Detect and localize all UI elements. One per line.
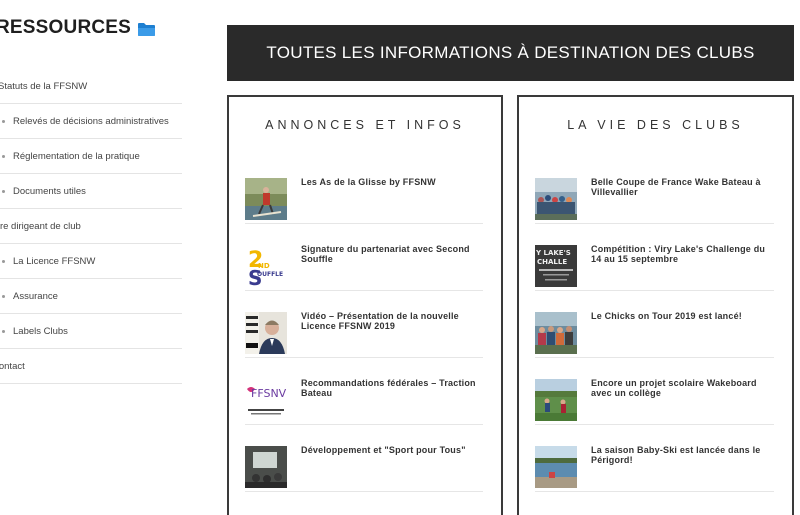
menu-item-label: Documents utiles [13,185,86,197]
menu-item-releves[interactable]: Relevés de décisions administratives [0,104,182,139]
post-title[interactable]: Signature du partenariat avec Second Sou… [301,244,483,264]
svg-text:OUFFLE: OUFFLE [257,271,283,278]
bullet-icon [2,329,5,333]
menu-item-contact[interactable]: Contact [0,349,182,384]
folder-icon [137,21,156,36]
menu-item-reglementation[interactable]: Réglementation de la pratique [0,139,182,174]
column-vie-des-clubs: LA VIE DES CLUBS Belle Coupe de France W… [517,95,794,515]
svg-text:ND: ND [258,262,270,270]
post-thumbnail[interactable]: FFSNV [245,379,287,421]
post-title[interactable]: Compétition : Viry Lake's Challenge du 1… [591,244,774,264]
menu-item-label: Relevés de décisions administratives [13,115,169,127]
menu-item-label: Assurance [13,290,58,302]
sidebar: RESSOURCES Statuts de la FFSNW Relevés d… [0,0,182,510]
post-title[interactable]: Les As de la Glisse by FFSNW [301,177,483,187]
section-banner: TOUTES LES INFORMATIONS À DESTINATION DE… [227,25,794,81]
bullet-icon [2,189,5,193]
menu-item-label: Contact [0,360,25,372]
post-list: Belle Coupe de France Wake Bateau à Vill… [535,157,774,492]
column-heading: ANNONCES ET INFOS [265,118,465,132]
post-item[interactable]: Développement et "Sport pour Tous" [245,425,483,492]
post-item[interactable]: Les As de la Glisse by FFSNW [245,157,483,224]
post-list: Les As de la Glisse by FFSNW 2 S ND OUFF… [245,157,483,492]
post-title[interactable]: Le Chicks on Tour 2019 est lancé! [591,311,774,321]
svg-text:FFSNV: FFSNV [251,387,287,400]
bullet-icon [2,119,5,123]
menu-item-statuts[interactable]: Statuts de la FFSNW [0,69,182,104]
sidebar-menu: Statuts de la FFSNW Relevés de décisions… [0,69,182,384]
sidebar-title: RESSOURCES [0,17,156,39]
post-thumbnail[interactable] [245,178,287,220]
menu-item-label: Statuts de la FFSNW [0,80,88,92]
post-thumbnail[interactable] [535,379,577,421]
menu-item-assurance[interactable]: Assurance [0,279,182,314]
post-title[interactable]: Vidéo – Présentation de la nouvelle Lice… [301,311,483,331]
post-item[interactable]: Vidéo – Présentation de la nouvelle Lice… [245,291,483,358]
menu-item-label: La Licence FFSNW [13,255,96,267]
sidebar-title-text: RESSOURCES [0,17,132,38]
menu-item-label: Réglementation de la pratique [13,150,140,162]
post-item[interactable]: Le Chicks on Tour 2019 est lancé! [535,291,774,358]
post-title[interactable]: Développement et "Sport pour Tous" [301,445,483,455]
menu-item-documents[interactable]: Documents utiles [0,174,182,209]
column-annonces: ANNONCES ET INFOS Les As de la Glisse by… [227,95,503,515]
post-title[interactable]: Belle Coupe de France Wake Bateau à Vill… [591,177,774,197]
post-title[interactable]: La saison Baby-Ski est lancée dans le Pé… [591,445,774,465]
post-thumbnail[interactable]: Y LAKE'S CHALLE [535,245,577,287]
post-item[interactable]: FFSNV Recommandations fédérales – Tracti… [245,358,483,425]
post-item[interactable]: Belle Coupe de France Wake Bateau à Vill… [535,157,774,224]
post-item[interactable]: La saison Baby-Ski est lancée dans le Pé… [535,425,774,492]
post-thumbnail[interactable] [245,312,287,354]
post-title[interactable]: Encore un projet scolaire Wakeboard avec… [591,378,774,398]
menu-item-dirigeant[interactable]: Être dirigeant de club [0,209,182,244]
post-thumbnail[interactable] [245,446,287,488]
post-item[interactable]: Encore un projet scolaire Wakeboard avec… [535,358,774,425]
column-heading: LA VIE DES CLUBS [567,118,744,132]
menu-item-licence[interactable]: La Licence FFSNW [0,244,182,279]
menu-item-label: Être dirigeant de club [0,220,81,232]
post-thumbnail[interactable] [535,178,577,220]
bullet-icon [2,294,5,298]
post-item[interactable]: 2 S ND OUFFLE Signature du partenariat a… [245,224,483,291]
svg-text:Y LAKE'S: Y LAKE'S [535,249,571,257]
post-thumbnail[interactable] [535,312,577,354]
post-item[interactable]: Y LAKE'S CHALLE Compétition : Viry Lake'… [535,224,774,291]
menu-item-label: Labels Clubs [13,325,68,337]
post-thumbnail[interactable] [535,446,577,488]
menu-item-labels[interactable]: Labels Clubs [0,314,182,349]
post-thumbnail[interactable]: 2 S ND OUFFLE [245,245,287,287]
svg-text:CHALLE: CHALLE [537,258,567,266]
bullet-icon [2,259,5,263]
post-title[interactable]: Recommandations fédérales – Traction Bat… [301,378,483,398]
banner-title: TOUTES LES INFORMATIONS À DESTINATION DE… [266,43,755,62]
bullet-icon [2,154,5,158]
